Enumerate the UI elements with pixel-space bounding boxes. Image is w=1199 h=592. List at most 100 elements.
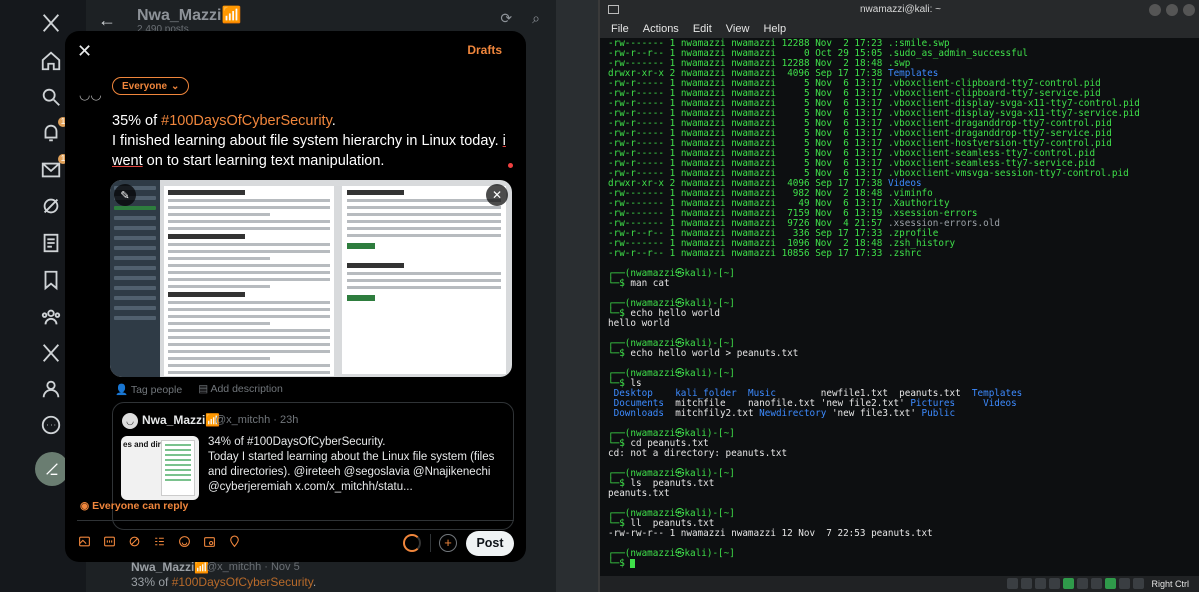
home-icon[interactable] <box>38 48 64 74</box>
tag-people-button[interactable]: 👤 Tag people <box>115 383 182 396</box>
compose-modal: ✕ Drafts ◡◡ Everyone ⌄ 35% of #100DaysOf… <box>65 31 526 562</box>
quote-handle: @x_mitchh · 23h <box>215 414 299 426</box>
screenshot-sidebar <box>110 180 160 377</box>
close-button[interactable] <box>1183 4 1195 16</box>
search-icon[interactable] <box>38 84 64 110</box>
character-count-ring <box>403 534 421 552</box>
gif-icon[interactable] <box>102 534 116 548</box>
profile-icon[interactable] <box>38 376 64 402</box>
add-thread-button[interactable]: + <box>439 534 457 552</box>
menu-view[interactable]: View <box>726 23 750 35</box>
reply-setting[interactable]: ◉ Everyone can reply <box>80 500 188 512</box>
grok-icon[interactable] <box>127 534 141 548</box>
terminal-lines: -rw------- 1 nwamazzi nwamazzi 12288 Nov… <box>608 39 1140 569</box>
chevron-down-icon: ⌄ <box>171 80 180 92</box>
audience-selector[interactable]: Everyone ⌄ <box>112 77 190 95</box>
menu-file[interactable]: File <box>611 23 629 35</box>
window-title: nwamazzi@kali: ~ <box>859 4 941 15</box>
post-hashtag[interactable]: #100DaysOfCyberSecurity <box>172 575 313 589</box>
host-key-label: Right Ctrl <box>1151 578 1189 589</box>
post-text: 33% of #100DaysOfCyberSecurity. <box>131 575 317 589</box>
post-button[interactable]: Post <box>466 531 514 556</box>
location-icon[interactable] <box>227 534 241 548</box>
schedule-icon[interactable] <box>202 534 216 548</box>
mouse-icon <box>1133 578 1145 589</box>
command-line: └─$ man cat <box>608 278 670 289</box>
close-icon[interactable]: ✕ <box>77 41 92 62</box>
divider <box>430 534 431 552</box>
spellcheck-word: went <box>112 153 143 169</box>
tweet-hashtag: #100DaysOfCyberSecurity <box>161 113 332 129</box>
prompt-line: ┌──(nwamazzi㉿kali)-[~] <box>608 268 735 279</box>
terminal-cursor <box>630 559 636 568</box>
usb-icon <box>1063 578 1075 589</box>
more-icon[interactable] <box>38 412 64 438</box>
drafts-button[interactable]: Drafts <box>467 43 502 57</box>
profile-name: Nwa_Mazzi📶 <box>137 7 242 24</box>
minimize-button[interactable] <box>1149 4 1161 16</box>
maximize-button[interactable] <box>1166 4 1178 16</box>
audience-label: Everyone <box>122 80 168 92</box>
lists-icon[interactable] <box>38 230 64 256</box>
remove-image-icon[interactable]: ✕ <box>486 184 508 206</box>
messages-icon[interactable]: 1 <box>38 154 68 183</box>
command-line: └─$ ls peanuts.txt <box>608 478 715 489</box>
post-handle: @x_mitchh · Nov 5 <box>206 561 300 573</box>
spellcheck-word: i <box>502 133 506 149</box>
quote-text: 34% of #100DaysOfCyberSecurity. Today I … <box>208 436 495 493</box>
communities-icon[interactable] <box>38 304 64 330</box>
listing-row: -rw-r--r-- 1 nwamazzi nwamazzi 10856 Sep… <box>608 248 922 259</box>
screenshot-quiz <box>342 186 506 374</box>
emoji-icon[interactable] <box>177 534 191 548</box>
verified-icon: 📶 <box>221 7 242 24</box>
grammar-indicator <box>508 163 513 168</box>
menu-help[interactable]: Help <box>763 23 786 35</box>
compose-toolbar <box>77 534 241 548</box>
edit-image-icon[interactable]: ✎ <box>114 184 136 206</box>
premium-icon[interactable] <box>38 340 64 366</box>
back-arrow-icon[interactable]: ← <box>98 10 116 31</box>
cpu-icon <box>1119 578 1131 589</box>
command-output: cd: not a directory: peanuts.txt <box>608 448 788 459</box>
prompt-line: ┌──(nwamazzi㉿kali)-[~] <box>608 368 735 379</box>
avatar: ◡ <box>122 413 138 429</box>
right-column <box>556 0 598 592</box>
bookmarks-icon[interactable] <box>38 267 64 293</box>
network-icon <box>1049 578 1061 589</box>
terminal-window: nwamazzi@kali: ~ File Actions Edit View … <box>598 0 1199 592</box>
person-icon: 👤 <box>115 384 129 396</box>
vm-statusbar: Right Ctrl <box>600 576 1199 592</box>
terminal-output[interactable]: -rw------- 1 nwamazzi nwamazzi 12288 Nov… <box>600 38 1199 576</box>
tweet-textarea[interactable]: 35% of #100DaysOfCyberSecurity. I finish… <box>112 111 512 171</box>
recording-icon <box>1105 578 1117 589</box>
display-icon <box>1091 578 1103 589</box>
search-icon[interactable]: ⌕ <box>532 10 540 27</box>
grok-icon[interactable] <box>38 193 64 219</box>
active-prompt: └─$ <box>608 559 1140 569</box>
refresh-icon[interactable]: ⟳ <box>500 10 512 27</box>
add-description-button[interactable]: ▤ Add description <box>198 383 283 396</box>
command-line: └─$ echo hello world > peanuts.txt <box>608 348 799 359</box>
command-output: hello world <box>608 318 670 329</box>
menu-edit[interactable]: Edit <box>693 23 712 35</box>
post-author: Nwa_Mazzi📶 <box>131 560 210 574</box>
poll-icon[interactable] <box>152 534 166 548</box>
description-icon: ▤ <box>198 383 209 395</box>
prompt-line: ┌──(nwamazzi㉿kali)-[~] <box>608 548 735 559</box>
avatar: ◡◡ <box>79 87 102 102</box>
background-post[interactable]: Nwa_Mazzi📶 @x_mitchh · Nov 5 33% of #100… <box>86 558 556 592</box>
notifications-icon[interactable]: 1 <box>38 117 68 146</box>
attached-image: ✎ ✕ <box>110 180 512 377</box>
terminal-titlebar: nwamazzi@kali: ~ <box>600 0 1199 20</box>
window-controls <box>1149 4 1195 16</box>
x-logo-icon[interactable] <box>38 10 64 36</box>
disk-icon <box>1007 578 1019 589</box>
image-actions: 👤 Tag people ▤ Add description <box>115 383 283 396</box>
media-icon[interactable] <box>77 534 91 548</box>
command-line: └─$ echo hello world <box>608 308 720 319</box>
quote-author: Nwa_Mazzi📶 <box>142 413 221 427</box>
command-output: peanuts.txt <box>608 488 670 499</box>
optical-icon <box>1021 578 1033 589</box>
menu-actions[interactable]: Actions <box>643 23 679 35</box>
compose-icon[interactable] <box>35 452 69 486</box>
